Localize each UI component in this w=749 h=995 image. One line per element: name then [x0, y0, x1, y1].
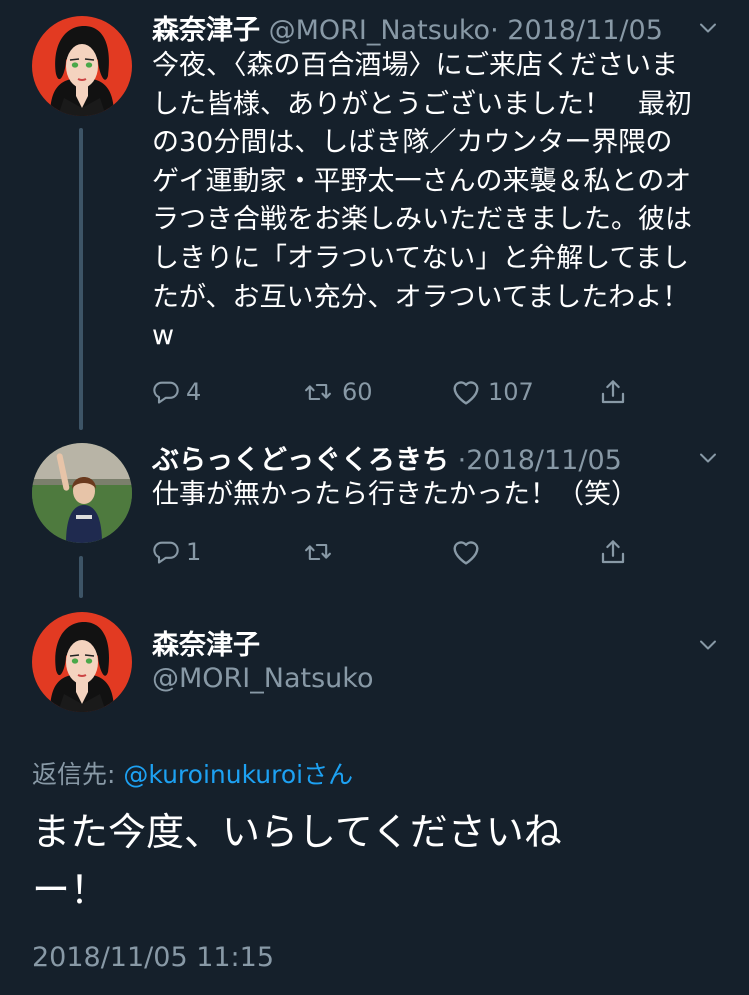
- separator-dot: ·: [490, 15, 499, 46]
- like-icon: [450, 536, 482, 568]
- tweet-header: ぶらっくどっぐくろきち ·2018/11/05: [152, 438, 712, 477]
- retweet-count: 60: [342, 378, 373, 406]
- reply-context: 返信先: @kuroinukuroiさん: [32, 755, 353, 791]
- display-name[interactable]: ぶらっくどっぐくろきち: [152, 445, 449, 476]
- tweet-timestamp[interactable]: 2018/11/05 11:15: [32, 942, 274, 973]
- action-bar: 4 60 107: [152, 372, 642, 412]
- display-name[interactable]: 森奈津子: [152, 15, 260, 46]
- chevron-down-icon[interactable]: [696, 16, 720, 40]
- avatar[interactable]: [32, 16, 132, 116]
- text-line: の30分間は、しばき隊／カウンター界隈の: [152, 127, 673, 159]
- handle[interactable]: @MORI_Natsuko: [269, 15, 490, 46]
- chevron-down-icon[interactable]: [696, 633, 720, 657]
- reply-icon: [152, 538, 180, 566]
- tweet-text: 仕事が無かったら行きたかった！（笑）: [152, 476, 727, 515]
- focused-tweet-text: また今度、いらしてくださいね ー！: [32, 803, 722, 919]
- action-bar: 1: [152, 532, 642, 572]
- reply-button[interactable]: 1: [152, 532, 201, 572]
- like-button[interactable]: [450, 532, 482, 572]
- reply-suffix: さん: [303, 760, 354, 789]
- retweet-icon: [300, 378, 336, 406]
- text-line: ゲイ運動家・平野太一さんの来襲＆私とのオ: [152, 165, 692, 197]
- text-line: 仕事が無かったら行きたかった！（笑）: [152, 479, 638, 510]
- reply-button[interactable]: 4: [152, 372, 201, 412]
- retweet-button[interactable]: [300, 532, 336, 572]
- reply-prefix: 返信先:: [32, 760, 124, 789]
- text-line: しきりに「オラついてない」と弁解してまし: [152, 242, 690, 274]
- like-icon: [450, 376, 482, 408]
- tweet-text: 今夜、〈森の百合酒場〉にご来店くださいま した皆様、ありがとうございました！ 最…: [152, 47, 727, 356]
- text-line: たが、お互い充分、オラついてましたわよ！: [152, 281, 690, 313]
- chevron-down-icon[interactable]: [696, 446, 720, 470]
- reply-to-link[interactable]: @kuroinukuroi: [123, 760, 303, 789]
- reply-count: 1: [186, 538, 202, 566]
- tweet-date[interactable]: 2018/11/05: [507, 15, 663, 46]
- text-line: 今夜、〈森の百合酒場〉にご来店くださいま: [152, 50, 678, 81]
- share-icon: [598, 377, 628, 407]
- like-button[interactable]: 107: [450, 372, 534, 412]
- thread-line-1: [79, 128, 83, 430]
- tweet-header: 森奈津子 @MORI_Natsuko· 2018/11/05: [152, 8, 712, 47]
- text-line: w: [152, 320, 175, 352]
- share-button[interactable]: [598, 372, 628, 412]
- display-name[interactable]: 森奈津子: [152, 623, 260, 662]
- handle[interactable]: @MORI_Natsuko: [152, 663, 373, 694]
- like-count: 107: [488, 378, 534, 406]
- separator-dot: ·: [457, 445, 467, 476]
- retweet-button[interactable]: 60: [300, 372, 373, 412]
- thread-line-2: [79, 556, 83, 598]
- retweet-icon: [300, 538, 336, 566]
- share-button[interactable]: [598, 532, 628, 572]
- reply-icon: [152, 378, 180, 406]
- text-line: した皆様、ありがとうございました！ 最初: [152, 88, 692, 120]
- share-icon: [598, 537, 628, 567]
- text-line: また今度、いらしてくださいね: [32, 810, 562, 854]
- tweet-date[interactable]: 2018/11/05: [466, 445, 622, 476]
- avatar[interactable]: [32, 443, 132, 543]
- reply-count: 4: [186, 378, 202, 406]
- text-line: ラつき合戦をお楽しみいただきました。彼は: [152, 204, 692, 236]
- text-line: ー！: [32, 868, 109, 912]
- avatar[interactable]: [32, 612, 132, 712]
